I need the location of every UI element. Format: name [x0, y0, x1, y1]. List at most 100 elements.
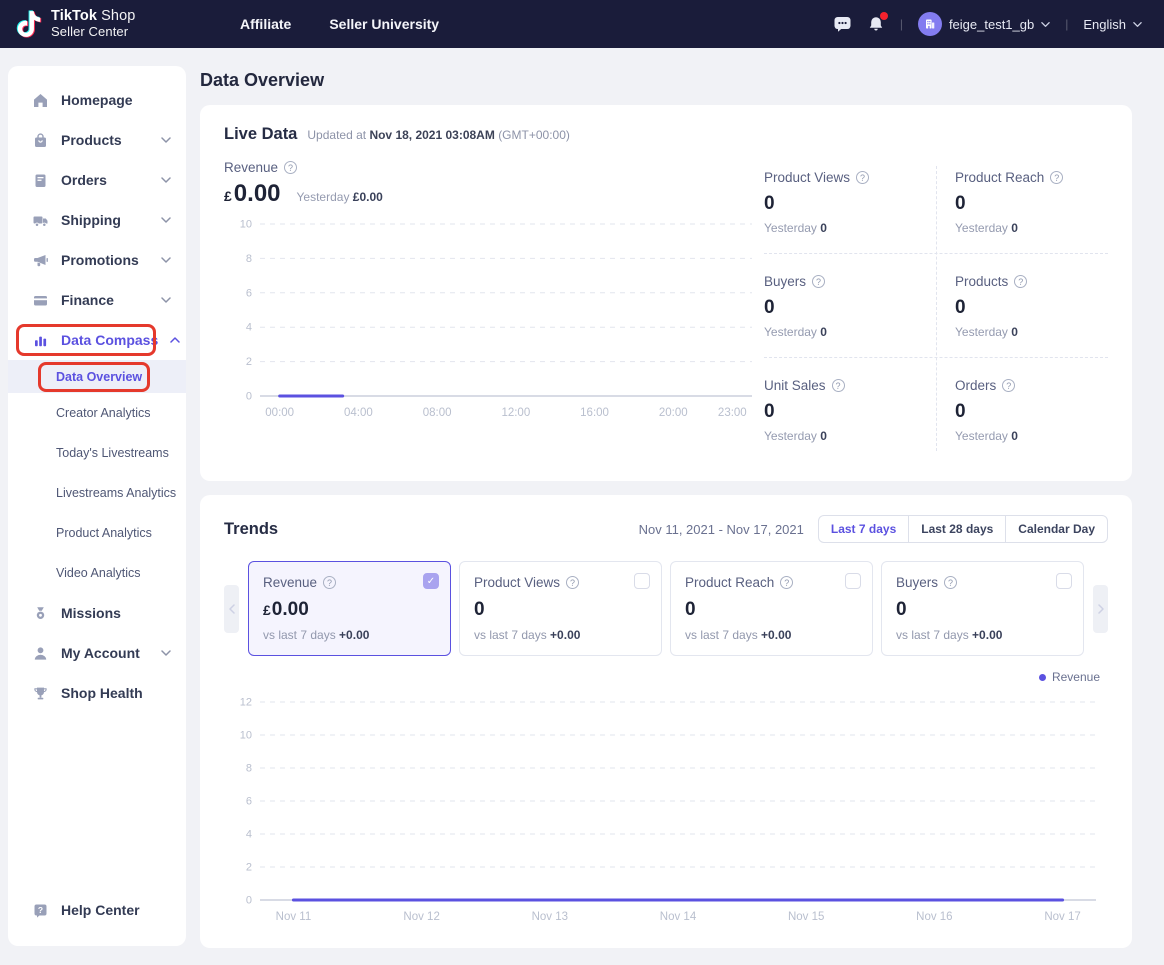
svg-text:Nov 13: Nov 13: [532, 911, 568, 923]
language-selector[interactable]: English: [1083, 17, 1142, 32]
metric-unit-sales: Unit Sales? 0 Yesterday 0: [764, 378, 936, 445]
sidebar-item-products[interactable]: Products: [8, 120, 186, 160]
help-tooltip-icon[interactable]: ?: [832, 379, 845, 392]
chevron-down-icon: [161, 215, 171, 225]
help-tooltip-icon[interactable]: ?: [780, 576, 793, 589]
svg-text:2: 2: [246, 356, 252, 368]
sidebar-item-orders[interactable]: Orders: [8, 160, 186, 200]
sidebar-item-homepage[interactable]: Homepage: [8, 80, 186, 120]
svg-text:6: 6: [246, 796, 252, 808]
chevron-down-icon: [161, 135, 171, 145]
svg-text:20:00: 20:00: [659, 407, 688, 419]
navbar-separator: |: [900, 17, 903, 31]
svg-text:Nov 14: Nov 14: [660, 911, 697, 923]
person-icon: [32, 645, 49, 662]
svg-text:2: 2: [246, 862, 252, 874]
sidebar-item-data-compass[interactable]: Data Compass: [8, 320, 186, 360]
revenue-label-row: Revenue ?: [224, 160, 764, 175]
svg-text:Nov 15: Nov 15: [788, 911, 824, 923]
trend-card-product-views[interactable]: Product Views? 0 vs last 7 days +0.00: [459, 561, 662, 656]
svg-text:23:00: 23:00: [718, 407, 747, 419]
range-button-last-7-days[interactable]: Last 7 days: [818, 515, 909, 543]
sidebar-item-finance[interactable]: Finance: [8, 280, 186, 320]
sidebar-subitem-todays-livestreams[interactable]: Today's Livestreams: [8, 433, 186, 473]
svg-text:Nov 16: Nov 16: [916, 911, 952, 923]
sidebar: Homepage Products Orders Shipping: [8, 66, 186, 946]
sidebar-item-help-center[interactable]: ? Help Center: [8, 890, 186, 930]
svg-text:10: 10: [240, 219, 252, 231]
help-tooltip-icon[interactable]: ?: [566, 576, 579, 589]
chevron-down-icon: [1041, 20, 1050, 29]
help-tooltip-icon[interactable]: ?: [1050, 171, 1063, 184]
sidebar-subitem-data-overview[interactable]: Data Overview: [8, 360, 186, 393]
revenue-checkbox[interactable]: ✓: [423, 573, 439, 589]
metric-product-views: Product Views? 0 Yesterday 0: [764, 170, 936, 237]
range-button-last-28-days[interactable]: Last 28 days: [908, 515, 1006, 543]
sidebar-item-shipping[interactable]: Shipping: [8, 200, 186, 240]
home-icon: [32, 92, 49, 109]
chevron-down-icon: [161, 175, 171, 185]
carousel-prev-button[interactable]: [224, 585, 239, 633]
svg-text:12: 12: [240, 697, 252, 709]
help-tooltip-icon[interactable]: ?: [1014, 275, 1027, 288]
help-tooltip-icon[interactable]: ?: [856, 171, 869, 184]
nav-link-seller-university[interactable]: Seller University: [329, 16, 439, 32]
svg-text:Nov 17: Nov 17: [1044, 911, 1080, 923]
legend-dot-revenue: [1039, 674, 1046, 681]
legend-label-revenue: Revenue: [1052, 670, 1100, 684]
product-views-checkbox[interactable]: [634, 573, 650, 589]
metric-orders: Orders? 0 Yesterday 0: [936, 378, 1108, 445]
language-label: English: [1083, 17, 1126, 32]
svg-text:Nov 12: Nov 12: [403, 911, 439, 923]
trend-card-revenue[interactable]: Revenue? ✓ £0.00 vs last 7 days +0.00: [248, 561, 451, 656]
notification-badge: [880, 12, 888, 20]
chevron-down-icon: [1133, 20, 1142, 29]
bar-chart-icon: [32, 332, 49, 349]
notification-bell-icon[interactable]: [867, 15, 885, 34]
sidebar-item-missions[interactable]: Missions: [8, 593, 186, 633]
svg-text:?: ?: [38, 905, 43, 915]
svg-text:8: 8: [246, 253, 252, 265]
main-content: Data Overview Live Data Updated at Nov 1…: [200, 48, 1132, 948]
live-data-updated: Updated at Nov 18, 2021 03:08AM (GMT+00:…: [307, 128, 570, 142]
orders-document-icon: [32, 172, 49, 189]
help-tooltip-icon[interactable]: ?: [284, 161, 297, 174]
logo-text: TikTok Shop Seller Center: [51, 9, 135, 39]
trend-card-buyers[interactable]: Buyers? 0 vs last 7 days +0.00: [881, 561, 1084, 656]
revenue-value: £0.00: [224, 182, 281, 206]
help-tooltip-icon[interactable]: ?: [323, 576, 336, 589]
chat-bubble-icon[interactable]: [833, 15, 852, 33]
avatar: [918, 12, 942, 36]
trophy-icon: [32, 685, 49, 702]
sidebar-subitem-product-analytics[interactable]: Product Analytics: [8, 513, 186, 553]
sidebar-subitem-livestreams-analytics[interactable]: Livestreams Analytics: [8, 473, 186, 513]
help-tooltip-icon[interactable]: ?: [944, 576, 957, 589]
metric-product-reach: Product Reach? 0 Yesterday 0: [936, 170, 1108, 237]
sidebar-item-my-account[interactable]: My Account: [8, 633, 186, 673]
nav-link-affiliate[interactable]: Affiliate: [240, 16, 291, 32]
tiktok-shop-logo[interactable]: TikTok Shop Seller Center: [16, 9, 204, 39]
user-name: feige_test1_gb: [949, 17, 1034, 32]
product-reach-checkbox[interactable]: [845, 573, 861, 589]
chevron-down-icon: [161, 648, 171, 658]
trend-card-product-reach[interactable]: Product Reach? 0 vs last 7 days +0.00: [670, 561, 873, 656]
live-data-title: Live Data: [224, 125, 297, 144]
sidebar-subitem-video-analytics[interactable]: Video Analytics: [8, 553, 186, 593]
page-title: Data Overview: [200, 48, 1132, 105]
svg-text:0: 0: [246, 391, 252, 403]
user-menu[interactable]: feige_test1_gb: [918, 12, 1050, 36]
sidebar-item-promotions[interactable]: Promotions: [8, 240, 186, 280]
buyers-checkbox[interactable]: [1056, 573, 1072, 589]
revenue-yesterday: Yesterday £0.00: [297, 190, 383, 206]
sidebar-subitem-creator-analytics[interactable]: Creator Analytics: [8, 393, 186, 433]
svg-text:08:00: 08:00: [423, 407, 452, 419]
carousel-next-button[interactable]: [1093, 585, 1108, 633]
help-tooltip-icon[interactable]: ?: [1002, 379, 1015, 392]
shopping-bag-icon: [32, 132, 49, 149]
sidebar-item-shop-health[interactable]: Shop Health: [8, 673, 186, 713]
range-button-calendar-day[interactable]: Calendar Day: [1005, 515, 1108, 543]
trends-card: Trends Nov 11, 2021 - Nov 17, 2021 Last …: [200, 495, 1132, 948]
svg-text:6: 6: [246, 287, 252, 299]
help-tooltip-icon[interactable]: ?: [812, 275, 825, 288]
live-revenue-chart: 024681000:0004:0008:0012:0016:0020:0023:…: [224, 212, 764, 424]
